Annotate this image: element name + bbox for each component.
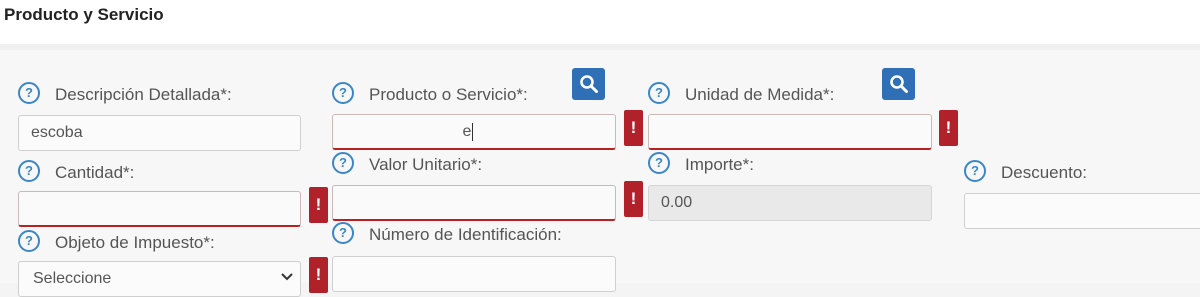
section-header: Producto y Servicio (0, 0, 1200, 44)
search-producto-button[interactable] (572, 68, 605, 100)
help-icon[interactable]: ? (964, 160, 986, 182)
numero-identificacion-field[interactable] (332, 256, 616, 292)
search-unidad-button[interactable] (882, 68, 915, 100)
unidad-label: Unidad de Medida*: (685, 85, 835, 104)
importe-label: Importe*: (685, 155, 754, 174)
unidad-error-icon: ! (939, 110, 958, 146)
product-service-form: ? Descripción Detallada*: escoba ? Produ… (0, 50, 1200, 297)
chevron-down-icon (281, 273, 293, 281)
descripcion-field[interactable]: escoba (18, 115, 301, 151)
help-icon[interactable]: ? (18, 230, 40, 252)
producto-label: Producto o Servicio*: (369, 85, 528, 104)
objeto-impuesto-error-icon: ! (309, 257, 328, 293)
cantidad-field[interactable] (18, 191, 301, 227)
cantidad-error-icon: ! (309, 187, 328, 223)
valor-unitario-field[interactable] (332, 185, 616, 221)
numero-identificacion-label: Número de Identificación: (369, 225, 562, 244)
help-icon[interactable]: ? (332, 152, 354, 174)
valor-unitario-label: Valor Unitario*: (369, 155, 483, 174)
search-icon (890, 75, 908, 93)
help-icon[interactable]: ? (18, 82, 40, 104)
producto-field[interactable]: e (332, 114, 616, 150)
cantidad-label: Cantidad*: (55, 163, 135, 182)
valor-unitario-error-icon: ! (624, 181, 643, 217)
search-icon (580, 75, 598, 93)
section-title: Producto y Servicio (4, 5, 164, 24)
unidad-field[interactable] (648, 114, 932, 150)
help-icon[interactable]: ? (648, 82, 670, 104)
help-icon[interactable]: ? (648, 152, 670, 174)
descripcion-label: Descripción Detallada*: (55, 85, 232, 104)
importe-field: 0.00 (648, 185, 932, 221)
help-icon[interactable]: ? (332, 222, 354, 244)
descuento-field[interactable] (964, 193, 1200, 229)
descuento-label: Descuento: (1001, 163, 1087, 182)
help-icon[interactable]: ? (18, 160, 40, 182)
objeto-impuesto-select[interactable]: Seleccione (18, 261, 301, 297)
objeto-impuesto-label: Objeto de Impuesto*: (55, 233, 215, 252)
producto-error-icon: ! (624, 110, 643, 146)
help-icon[interactable]: ? (332, 82, 354, 104)
